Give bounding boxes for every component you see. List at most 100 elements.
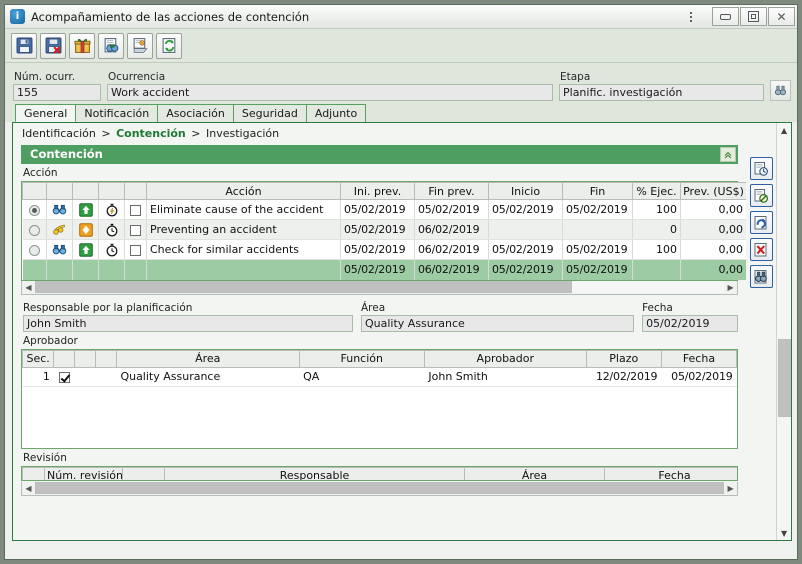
col-priority[interactable]: [72, 182, 99, 200]
col-prev-usd[interactable]: Prev. (US$): [680, 182, 747, 200]
ocurrencia-input[interactable]: Work accident: [107, 84, 553, 101]
stopwatch-icon[interactable]: [105, 223, 119, 237]
table-row[interactable]: Eliminate cause of the accident 05/02/20…: [22, 199, 747, 220]
col-fin[interactable]: Fin: [562, 182, 633, 200]
row-priority-cell[interactable]: [72, 219, 99, 240]
col-rev-fecha[interactable]: Fecha: [604, 466, 738, 480]
radio-unselected-icon[interactable]: [28, 224, 40, 236]
refresh-grid-button[interactable]: [749, 211, 773, 234]
etapa-search-button[interactable]: [770, 80, 791, 101]
row-view-cell[interactable]: [46, 239, 73, 260]
tab-seguridad[interactable]: Seguridad: [232, 104, 307, 122]
accion-hscrollbar[interactable]: ◀ ▶: [21, 280, 739, 295]
vertical-ellipsis-icon[interactable]: [680, 7, 702, 27]
col-accion[interactable]: Acción: [146, 182, 341, 200]
col-area[interactable]: Área: [115, 349, 300, 368]
tab-asociacion[interactable]: Asociación: [157, 104, 234, 122]
hscroll-track[interactable]: [35, 281, 725, 293]
close-button[interactable]: ✕: [768, 7, 795, 26]
col-rev-area[interactable]: Área: [464, 466, 605, 480]
revision-hscrollbar[interactable]: ◀ ▶: [21, 481, 739, 496]
refresh-button[interactable]: [156, 32, 182, 59]
cancel-action-button[interactable]: [749, 184, 773, 207]
hscroll-thumb[interactable]: [35, 482, 725, 494]
yellow-glasses-icon[interactable]: [52, 223, 67, 236]
responsable-input[interactable]: John Smith: [23, 314, 353, 332]
hscroll-right-arrow-icon[interactable]: ▶: [724, 484, 737, 493]
tab-adjunto[interactable]: Adjunto: [305, 104, 367, 122]
stopwatch-lightning-icon[interactable]: [105, 203, 119, 217]
vscroll-up-arrow-icon[interactable]: ▲: [777, 123, 791, 137]
col-aprobador[interactable]: Aprobador: [423, 349, 587, 368]
row-priority-cell[interactable]: [72, 239, 99, 260]
row-priority-cell[interactable]: [72, 199, 99, 220]
blue-glasses-icon[interactable]: [52, 243, 67, 256]
search-row-button[interactable]: [749, 265, 773, 288]
col-num-revision[interactable]: Núm. revisión: [44, 466, 123, 480]
hscroll-left-arrow-icon[interactable]: ◀: [22, 283, 35, 292]
stopwatch-icon[interactable]: [105, 243, 119, 257]
row-check-cell[interactable]: [124, 239, 147, 260]
col-rev-blank[interactable]: [22, 466, 45, 480]
etapa-input[interactable]: Planific. investigación: [559, 84, 764, 101]
maximize-button[interactable]: [740, 7, 767, 26]
col-ini-prev[interactable]: Ini. prev.: [340, 182, 415, 200]
orange-diamond-arrow-icon[interactable]: [78, 222, 93, 237]
row-select-cell[interactable]: [22, 199, 47, 220]
blue-glasses-icon[interactable]: [52, 203, 67, 216]
save-button[interactable]: [11, 32, 37, 59]
row-view-cell[interactable]: [46, 199, 73, 220]
row-checkbox[interactable]: [130, 244, 141, 256]
col-rev-blank-2[interactable]: [122, 466, 165, 480]
row-checkbox[interactable]: [130, 224, 141, 236]
radio-selected-icon[interactable]: [28, 204, 40, 216]
hscroll-left-arrow-icon[interactable]: ◀: [22, 484, 35, 493]
col-fecha[interactable]: Fecha: [660, 349, 738, 368]
package-button[interactable]: [69, 32, 95, 59]
breadcrumb-item-contencion[interactable]: Contención: [116, 127, 186, 140]
row-check-cell[interactable]: [124, 219, 147, 240]
hscroll-right-arrow-icon[interactable]: ▶: [724, 283, 737, 292]
tab-notificacion[interactable]: Notificación: [75, 104, 159, 122]
col-blank-1[interactable]: [74, 349, 97, 368]
tab-general[interactable]: General: [15, 104, 77, 122]
col-responsable[interactable]: Responsable: [164, 466, 465, 480]
breadcrumb-item-identificacion[interactable]: Identificación: [22, 127, 96, 140]
green-up-arrow-icon[interactable]: [78, 202, 93, 217]
green-up-arrow-icon[interactable]: [78, 242, 93, 257]
row-status-cell[interactable]: [98, 199, 125, 220]
col-inicio[interactable]: Inicio: [488, 182, 563, 200]
col-fin-prev[interactable]: Fin prev.: [414, 182, 489, 200]
vscroll-thumb[interactable]: [778, 339, 792, 418]
col-funcion[interactable]: Función: [298, 349, 425, 368]
minimize-button[interactable]: [712, 7, 739, 26]
area-input[interactable]: Quality Assurance: [361, 314, 635, 332]
find-record-button[interactable]: [98, 32, 124, 59]
fecha-input[interactable]: 05/02/2019: [642, 314, 739, 332]
collapse-section-button[interactable]: [720, 147, 737, 162]
table-row[interactable]: Preventing an accident 05/02/2019 06/02/…: [22, 219, 747, 240]
col-select[interactable]: [22, 182, 47, 200]
breadcrumb-item-investigacion[interactable]: Investigación: [206, 127, 279, 140]
row-select-cell[interactable]: [22, 239, 47, 260]
print-report-button[interactable]: [127, 32, 153, 59]
schedule-action-button[interactable]: [749, 157, 773, 180]
col-plazo[interactable]: Plazo: [585, 349, 662, 368]
col-pct-ejec[interactable]: % Ejec.: [632, 182, 681, 200]
col-check[interactable]: [124, 182, 147, 200]
table-row[interactable]: 1 Quality Assurance QA John Smith 12/02/…: [22, 367, 737, 387]
col-approve-check[interactable]: [53, 349, 76, 368]
col-status[interactable]: [98, 182, 125, 200]
row-view-cell[interactable]: [46, 219, 73, 240]
col-view[interactable]: [46, 182, 73, 200]
save-and-close-button[interactable]: [40, 32, 66, 59]
col-sec[interactable]: Sec.: [21, 349, 55, 368]
row-check-cell[interactable]: [124, 199, 147, 220]
delete-row-button[interactable]: [749, 238, 773, 261]
num-ocurr-input[interactable]: 155: [13, 84, 101, 101]
row-status-cell[interactable]: [98, 239, 125, 260]
hscroll-track[interactable]: [35, 482, 725, 494]
vscroll-track[interactable]: [777, 137, 792, 526]
row-checkbox[interactable]: [130, 204, 141, 216]
row-select-cell[interactable]: [22, 219, 47, 240]
